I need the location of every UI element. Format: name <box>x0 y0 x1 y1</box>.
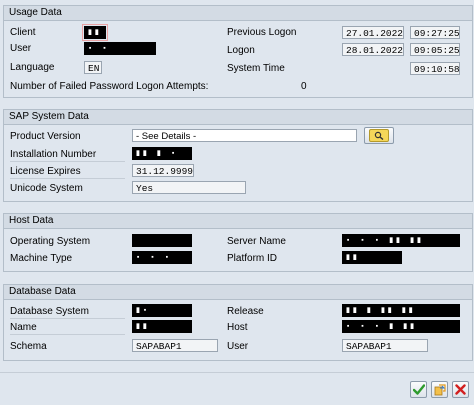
product-version-field[interactable]: - See Details - <box>132 129 357 142</box>
checkmark-icon <box>412 384 425 395</box>
machine-type-label: Machine Type <box>10 253 73 264</box>
confirm-button[interactable] <box>410 381 427 398</box>
release-field[interactable]: ▮▮ ▮ ▮▮ ▮▮ <box>342 304 460 317</box>
host-data-title: Host Data <box>4 214 472 229</box>
magnifier-icon <box>369 129 389 142</box>
installation-number-field[interactable]: ▮▮ ▮ ▪ <box>132 147 192 160</box>
schema-field[interactable]: SAPABAP1 <box>132 339 218 352</box>
license-expires-field[interactable]: 31.12.9999 <box>132 164 194 177</box>
failed-logon-label: Number of Failed Password Logon Attempts… <box>10 81 209 92</box>
host-data-section: Host Data Operating System Machine Type … <box>3 213 473 272</box>
db-user-field[interactable]: SAPABAP1 <box>342 339 428 352</box>
system-time-label: System Time <box>227 63 285 74</box>
operating-system-label: Operating System <box>10 236 91 247</box>
database-system-field[interactable]: ▮▪ <box>132 304 192 317</box>
user-label: User <box>10 43 32 54</box>
language-field[interactable]: EN <box>84 61 102 74</box>
database-system-label: Database System <box>10 305 125 319</box>
logon-label: Logon <box>227 45 255 56</box>
logon-time[interactable]: 09:05:25 <box>410 43 460 56</box>
platform-id-field[interactable]: ▮▮ <box>342 251 402 264</box>
previous-logon-label: Previous Logon <box>227 27 297 38</box>
sap-system-data-title: SAP System Data <box>4 110 472 125</box>
previous-logon-date[interactable]: 27.01.2022 <box>342 26 404 39</box>
dialog-toolbar <box>0 372 474 405</box>
db-host-label: Host <box>227 322 248 333</box>
db-host-field[interactable]: ▪ ▪ ▪ ▮ ▮▮ <box>342 320 460 333</box>
unicode-system-label: Unicode System <box>10 183 83 194</box>
db-user-label: User <box>227 341 249 352</box>
close-icon <box>455 384 466 395</box>
copy-button[interactable] <box>431 381 448 398</box>
system-time-field[interactable]: 09:10:58 <box>410 62 460 75</box>
usage-data-title: Usage Data <box>4 6 472 21</box>
failed-logon-value: 0 <box>301 81 307 92</box>
product-version-label: Product Version <box>10 131 81 142</box>
server-name-label: Server Name <box>227 236 286 247</box>
schema-label: Schema <box>10 341 47 352</box>
server-name-field[interactable]: ▪ ▪ ▪ ▮▮ ▮▮ <box>342 234 460 247</box>
sap-system-data-section: SAP System Data Product Version - See De… <box>3 109 473 202</box>
unicode-system-field[interactable]: Yes <box>132 181 246 194</box>
copy-icon <box>434 383 446 395</box>
database-data-title: Database Data <box>4 285 472 300</box>
client-label: Client <box>10 27 36 38</box>
platform-id-label: Platform ID <box>227 253 278 264</box>
operating-system-field[interactable] <box>132 234 192 247</box>
license-expires-label: License Expires <box>10 165 125 179</box>
usage-data-section: Usage Data Client ▮▮ User ▪ ▪ Language E… <box>3 5 473 98</box>
machine-type-field[interactable]: ▪ ▪ ▪ <box>132 251 192 264</box>
client-field[interactable]: ▮▮ <box>82 24 108 41</box>
language-label: Language <box>10 62 55 73</box>
database-name-field[interactable]: ▮▮ <box>132 320 192 333</box>
database-name-label: Name <box>10 321 125 335</box>
user-field[interactable]: ▪ ▪ <box>84 42 156 55</box>
previous-logon-time[interactable]: 09:27:25 <box>410 26 460 39</box>
installation-number-label: Installation Number <box>10 148 125 162</box>
database-data-section: Database Data Database System ▮▪ Name ▮▮… <box>3 284 473 361</box>
release-label: Release <box>227 306 264 317</box>
product-details-button[interactable] <box>364 127 394 144</box>
logon-date[interactable]: 28.01.2022 <box>342 43 404 56</box>
cancel-button[interactable] <box>452 381 469 398</box>
